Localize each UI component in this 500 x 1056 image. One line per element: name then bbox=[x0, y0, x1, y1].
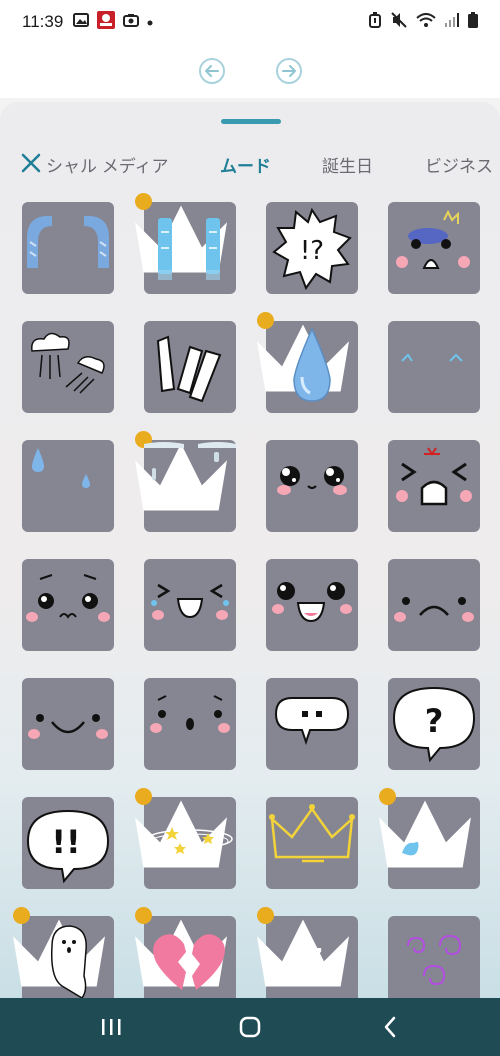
sheet-drag-handle[interactable] bbox=[221, 119, 281, 124]
sticker-small-ghost[interactable] bbox=[379, 788, 480, 889]
sticker-dizzy-swirls[interactable] bbox=[388, 916, 480, 998]
sticker-frown-face[interactable] bbox=[388, 559, 480, 651]
status-bar: 11:39 bbox=[0, 0, 500, 44]
close-sheet-button[interactable] bbox=[20, 152, 42, 174]
alarm-icon bbox=[368, 12, 382, 33]
sticker-sweat-drops[interactable] bbox=[22, 440, 114, 532]
sticker-exclaim-question-burst[interactable]: !? bbox=[266, 202, 358, 294]
close-icon bbox=[21, 153, 41, 173]
burst-text: !? bbox=[300, 236, 324, 266]
tab-birthday[interactable]: 誕生日 bbox=[322, 152, 373, 177]
dot-icon bbox=[147, 13, 153, 31]
back-button[interactable] bbox=[380, 1015, 400, 1039]
camera-icon bbox=[123, 13, 140, 32]
z-text: Z bbox=[301, 943, 323, 978]
tab-social-media[interactable]: シャル メディア bbox=[46, 152, 169, 177]
sticker-sheet: シャル メディア ムード 誕生日 ビジネス !? ? !! Z bbox=[0, 102, 500, 998]
system-nav-bar bbox=[0, 998, 500, 1056]
sticker-tears-streaming[interactable] bbox=[22, 202, 114, 294]
sticker-tears-falling[interactable] bbox=[135, 193, 236, 294]
sticker-ghost[interactable] bbox=[13, 907, 114, 998]
sticker-shock-lines[interactable] bbox=[144, 321, 236, 413]
question-mark-text: ? bbox=[425, 702, 444, 740]
sticker-crown[interactable] bbox=[266, 797, 358, 889]
sticker-surprised-face[interactable] bbox=[144, 678, 236, 770]
undo-button[interactable] bbox=[199, 58, 225, 84]
editor-toolbar bbox=[0, 44, 500, 98]
sticker-water-drop[interactable] bbox=[257, 312, 358, 413]
sticker-dizzy-stars[interactable] bbox=[135, 788, 236, 889]
exclaim-text: !! bbox=[51, 823, 80, 861]
tab-business[interactable]: ビジネス bbox=[425, 152, 493, 177]
image-icon bbox=[73, 12, 90, 32]
signal-icon bbox=[445, 13, 459, 32]
sticker-happy-sparkle-face[interactable] bbox=[266, 559, 358, 651]
sticker-angry-face[interactable] bbox=[388, 440, 480, 532]
sticker-ellipsis-bubble[interactable] bbox=[266, 678, 358, 770]
mute-icon bbox=[391, 12, 407, 33]
recent-apps-icon bbox=[102, 1019, 121, 1035]
tab-mood[interactable]: ムード bbox=[220, 152, 271, 177]
home-button[interactable] bbox=[238, 1015, 262, 1039]
wifi-icon bbox=[416, 13, 436, 32]
sticker-broken-heart[interactable] bbox=[135, 907, 236, 998]
sticker-shocked-face[interactable] bbox=[388, 202, 480, 294]
status-time: 11:39 bbox=[22, 12, 64, 31]
category-tabs: シャル メディア ムード 誕生日 ビジネス bbox=[0, 146, 500, 182]
sticker-smile-face[interactable] bbox=[22, 678, 114, 770]
redo-button[interactable] bbox=[276, 58, 302, 84]
sticker-steam-puffs[interactable] bbox=[22, 321, 114, 413]
battery-icon bbox=[468, 12, 478, 33]
home-icon bbox=[239, 1016, 261, 1038]
sticker-sparkly-eyes[interactable] bbox=[266, 440, 358, 532]
app-notification-icon bbox=[97, 10, 116, 34]
recent-apps-button[interactable] bbox=[100, 1015, 122, 1039]
back-icon bbox=[384, 1016, 396, 1038]
undo-icon bbox=[205, 65, 219, 77]
sticker-small-tears[interactable] bbox=[388, 321, 480, 413]
redo-icon bbox=[282, 65, 296, 77]
sticker-question-bubble[interactable]: ? bbox=[388, 678, 480, 770]
sticker-exclaim-bubble[interactable]: !! bbox=[22, 797, 114, 889]
sticker-teary-sad-face[interactable] bbox=[22, 559, 114, 651]
sticker-laughing-face[interactable] bbox=[144, 559, 236, 651]
sticker-sleep-z[interactable]: Z bbox=[257, 907, 358, 998]
sticker-frozen-drips[interactable] bbox=[135, 431, 236, 532]
